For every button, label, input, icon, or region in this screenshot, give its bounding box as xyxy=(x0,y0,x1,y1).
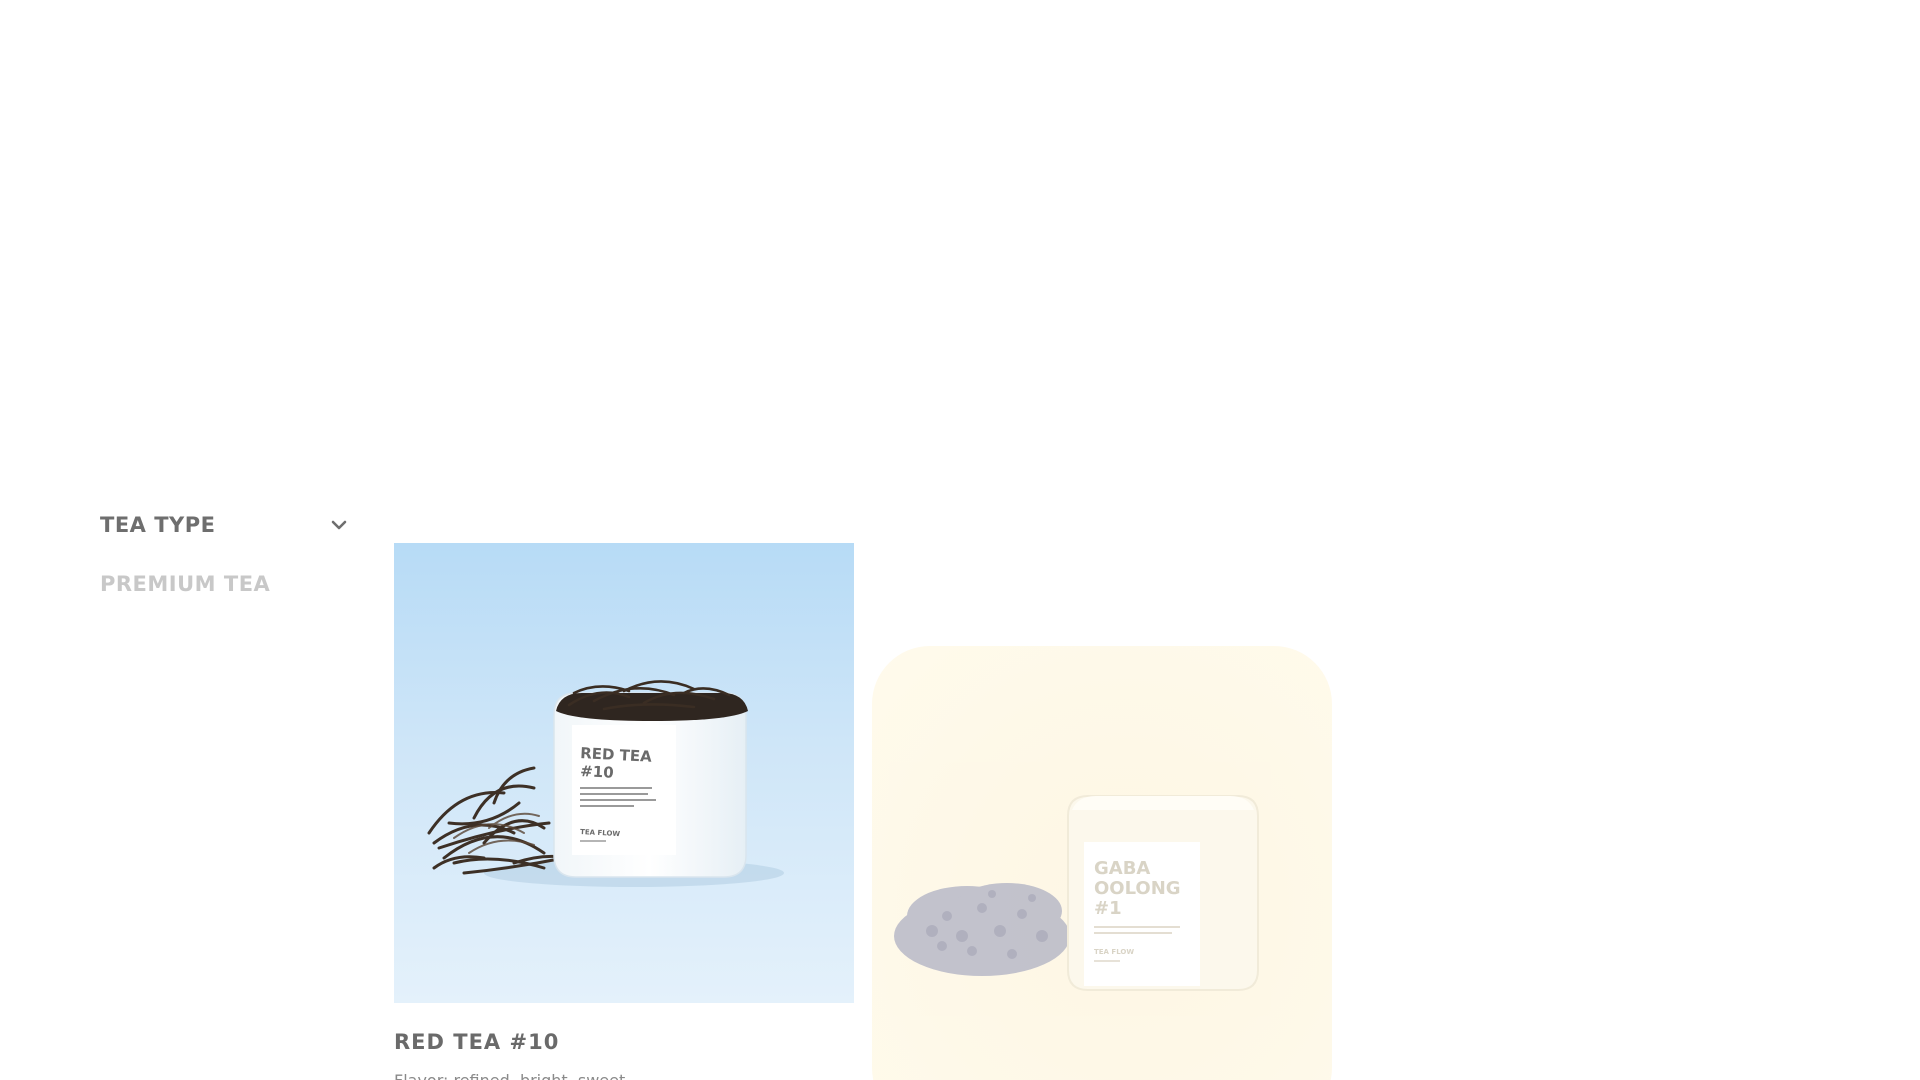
svg-text:OOLONG: OOLONG xyxy=(1094,878,1181,899)
product-image-gaba-oolong-1[interactable]: GABA OOLONG #1 TEA FLOW xyxy=(872,646,1332,1080)
chevron-down-icon[interactable] xyxy=(328,514,350,536)
page: TEA TYPE PREMIUM TEA RED TEA #10 TEA FLO… xyxy=(0,0,1920,1080)
svg-text:TEA FLOW: TEA FLOW xyxy=(1094,948,1134,956)
tea-type-filter-toggle[interactable]: TEA TYPE xyxy=(100,505,350,545)
svg-text:#1: #1 xyxy=(1094,898,1122,919)
red-tea-tin-illustration: RED TEA #10 TEA FLOW xyxy=(427,680,784,887)
svg-text:GABA: GABA xyxy=(1094,858,1150,879)
product-image-red-tea-10[interactable]: RED TEA #10 TEA FLOW xyxy=(394,543,854,1003)
filter-option-premium-tea[interactable]: PREMIUM TEA xyxy=(100,572,270,596)
product-flavor-red-tea-10: Flavor: refined, bright, sweet xyxy=(394,1071,625,1080)
gaba-oolong-tin-illustration: GABA OOLONG #1 TEA FLOW xyxy=(894,795,1259,991)
svg-text:#10: #10 xyxy=(580,762,614,782)
filter-title: TEA TYPE xyxy=(100,513,216,537)
product-title-red-tea-10[interactable]: RED TEA #10 xyxy=(394,1030,559,1054)
